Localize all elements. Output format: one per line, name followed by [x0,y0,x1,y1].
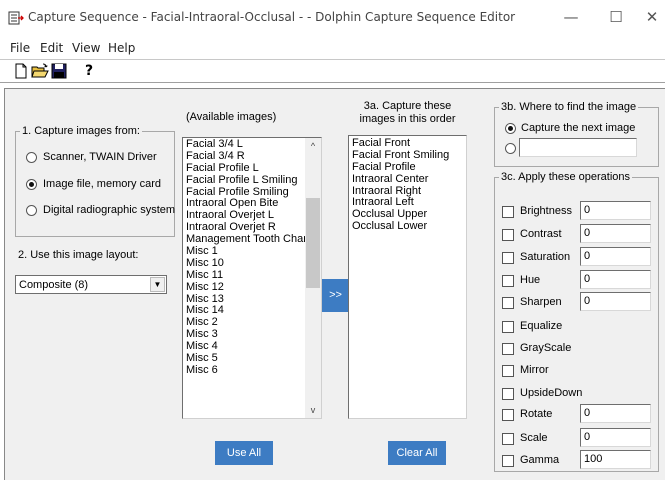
rotate-value-field[interactable]: 0 [580,404,651,423]
open-folder-icon[interactable] [31,62,49,80]
list-item[interactable]: Intraoral Center [349,173,466,186]
grayscale-checkbox[interactable] [502,343,514,355]
toolbar-separator [100,61,101,82]
scale-label: Scale [520,432,548,444]
menu-edit[interactable]: Edit [40,41,63,55]
scroll-up-icon[interactable]: ^ [305,138,321,154]
scroll-down-icon[interactable]: v [305,402,321,418]
sharpen-checkbox[interactable] [502,297,514,309]
available-images-header: (Available images) [186,111,277,123]
hue-value-field[interactable]: 0 [580,270,651,289]
brightness-value-field[interactable]: 0 [580,201,651,220]
image-layout-value: Composite (8) [19,279,89,291]
scale-value-field[interactable]: 0 [580,428,651,447]
scale-checkbox[interactable] [502,433,514,445]
sharpen-label: Sharpen [520,296,562,308]
clear-all-button[interactable]: Clear All [388,441,446,465]
radio-capture-next[interactable] [505,123,516,134]
title-bar[interactable]: Capture Sequence - Facial-Intraoral-Occl… [0,0,665,36]
mirror-label: Mirror [520,364,549,376]
toolbar-separator [72,61,73,82]
available-images-list[interactable]: Facial 3/4 L Facial 3/4 R Facial Profile L… [182,137,322,419]
radio-image-file[interactable] [26,179,37,190]
list-item[interactable]: Misc 11 [183,269,321,282]
list-item[interactable]: Occlusal Lower [349,220,466,233]
mirror-checkbox[interactable] [502,365,514,377]
radio-path[interactable] [505,143,516,154]
list-item[interactable]: Misc 12 [183,281,321,294]
saturation-value-field[interactable]: 0 [580,247,651,266]
chevron-down-icon[interactable]: ▼ [150,277,165,292]
list-item[interactable]: Facial Front Smiling [349,149,466,162]
list-item[interactable]: Misc 10 [183,257,321,270]
capture-order-header-line1: 3a. Capture these [363,100,452,112]
grayscale-label: GrayScale [520,342,572,354]
scroll-thumb[interactable] [306,198,320,288]
app-icon [8,11,24,25]
save-disk-icon[interactable] [50,62,68,80]
upsidedown-checkbox[interactable] [502,388,514,400]
radio-scanner[interactable] [26,152,37,163]
capture-order-list[interactable]: Facial Front Facial Front Smiling Facial P… [348,135,467,419]
list-item[interactable]: Facial Profile [349,161,466,174]
operations-label: 3c. Apply these operations [501,171,631,183]
equalize-label: Equalize [520,320,563,332]
gamma-label: Gamma [520,454,560,466]
rotate-label: Rotate [520,408,553,420]
image-layout-label: 2. Use this image layout: [18,249,139,261]
radio-radiographic[interactable] [26,205,37,216]
upsidedown-label: UpsideDown [520,387,583,399]
saturation-label: Saturation [520,251,571,263]
hue-label: Hue [520,274,541,286]
available-list-scrollbar[interactable]: ^ v [305,138,321,418]
capture-source-label: 1. Capture images from: [22,125,140,137]
gamma-value-field[interactable]: 100 [580,450,651,469]
maximize-button[interactable]: ☐ [601,6,631,30]
list-item[interactable]: Facial Profile L Smiling [183,174,321,187]
radio-image-file-label[interactable]: Image file, memory card [43,178,161,190]
gamma-checkbox[interactable] [502,455,514,467]
use-all-button[interactable]: Use All [215,441,273,465]
close-button[interactable]: ✕ [637,6,665,30]
window-title: Capture Sequence - Facial-Intraoral-Occl… [28,10,516,24]
equalize-checkbox[interactable] [502,321,514,333]
image-layout-select[interactable]: Composite (8) ▼ [15,275,167,294]
brightness-checkbox[interactable] [502,206,514,218]
rotate-checkbox[interactable] [502,409,514,421]
image-location-group: 3b. Where to find the image [494,101,659,167]
brightness-label: Brightness [520,205,572,217]
new-file-icon[interactable] [12,62,30,80]
help-icon[interactable]: ? [80,62,98,80]
list-item[interactable]: Facial Profile L [183,162,321,175]
contrast-label: Contrast [520,228,562,240]
image-path-field[interactable] [519,138,637,157]
add-to-order-button[interactable]: >> [322,279,349,312]
menu-file[interactable]: File [10,41,30,55]
contrast-checkbox[interactable] [502,229,514,241]
hue-checkbox[interactable] [502,275,514,287]
menu-help[interactable]: Help [108,41,135,55]
menu-view[interactable]: View [72,41,100,55]
radio-capture-next-label[interactable]: Capture the next image [521,122,635,134]
contrast-value-field[interactable]: 0 [580,224,651,243]
main-panel: 1. Capture images from: Scanner, TWAIN D… [4,88,665,480]
list-item[interactable]: Misc 6 [183,364,321,377]
saturation-checkbox[interactable] [502,252,514,264]
list-item[interactable]: Facial 3/4 R [183,150,321,163]
sharpen-value-field[interactable]: 0 [580,292,651,311]
minimize-button[interactable]: — [556,6,586,30]
radio-radiographic-label[interactable]: Digital radiographic system [43,204,175,216]
capture-order-header-line2: images in this order [359,113,456,125]
image-location-label: 3b. Where to find the image [501,101,637,113]
radio-scanner-label[interactable]: Scanner, TWAIN Driver [43,151,157,163]
